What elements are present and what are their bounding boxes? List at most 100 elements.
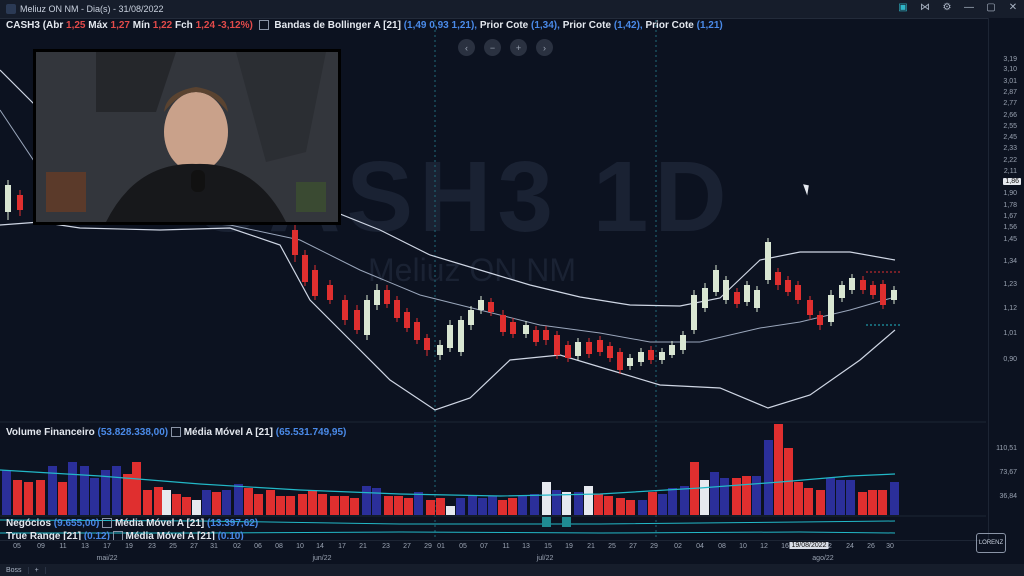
volume-bar	[234, 484, 243, 515]
volume-bar	[518, 496, 527, 515]
price-tick: 2,22	[1003, 157, 1017, 164]
negocios-indicator-icon[interactable]	[102, 518, 113, 529]
volume-bar	[836, 480, 845, 515]
date-axis[interactable]: 05 09 11 13 17 19 23 25 27 31 02 06 08 10 14 17 21 23 27 29…	[0, 540, 986, 565]
date-tick: 16	[781, 543, 789, 550]
price-tick: 0,90	[1003, 356, 1017, 363]
candle-body	[302, 255, 308, 282]
open-label: (Abr	[42, 20, 64, 31]
volume-bar	[182, 497, 191, 515]
zoom-in-icon[interactable]: +	[510, 39, 527, 56]
volume-bar	[172, 494, 181, 515]
volume-bar	[404, 498, 413, 515]
add-tab-button[interactable]: +	[29, 566, 46, 574]
close-label: Fch	[175, 20, 193, 31]
date-tick: 01	[437, 543, 445, 550]
candle-body	[870, 285, 876, 295]
candle-body	[364, 300, 370, 335]
candle-body	[785, 280, 791, 292]
price-tick: 1,23	[1003, 281, 1017, 288]
candle-body	[617, 352, 623, 370]
candle-body	[354, 310, 360, 330]
negocios-bar	[542, 517, 551, 527]
price-tick: 3,10	[1003, 66, 1017, 73]
candle-body	[500, 315, 506, 332]
volume-indicator-icon[interactable]	[170, 427, 181, 438]
volume-ma-label: Média Móvel A [21]	[183, 427, 273, 438]
volume-bar	[266, 490, 275, 515]
workspace-tab[interactable]: Boss	[0, 566, 29, 574]
date-tick: 19	[565, 543, 573, 550]
close-icon[interactable]: ✕	[1006, 2, 1020, 13]
date-tick: 08	[718, 543, 726, 550]
minimize-icon[interactable]: —	[962, 2, 976, 13]
price-tick: 1,12	[1003, 305, 1017, 312]
candle-body	[597, 340, 603, 352]
volume-bar	[340, 496, 349, 515]
candle-body	[807, 300, 813, 315]
candle-body	[478, 300, 484, 310]
price-axis[interactable]: 3,19 3,10 3,01 2,87 2,77 2,66 2,55 2,45 2,33 2,22…	[988, 18, 1024, 540]
date-tick: 27	[629, 543, 637, 550]
candle-body	[849, 278, 855, 290]
candle-body	[468, 310, 474, 325]
back-icon[interactable]: ‹	[458, 39, 475, 56]
webcam-video	[36, 52, 338, 222]
volume-bar	[384, 496, 393, 515]
candle-body	[669, 345, 675, 355]
candle-body	[691, 295, 697, 330]
volume-bar	[13, 480, 22, 515]
volume-bar	[878, 490, 887, 515]
candle-body	[575, 342, 581, 356]
volume-bar	[68, 462, 77, 515]
chart-header: CASH3 (Abr 1,25 Máx 1,27 Mín 1,22 Fch 1,…	[6, 20, 723, 31]
lorenz-logo: LORENZ	[976, 533, 1006, 553]
volume-bar	[562, 492, 571, 515]
date-tick: 30	[886, 543, 894, 550]
live-icon[interactable]: ▣	[896, 2, 910, 13]
volume-bar	[478, 498, 487, 515]
maximize-icon[interactable]: ▢	[984, 2, 998, 13]
volume-bar	[202, 490, 211, 515]
price-tick: 2,45	[1003, 134, 1017, 141]
ticker-label: CASH3	[6, 20, 40, 31]
indicator-icon[interactable]	[258, 20, 269, 31]
share-icon[interactable]: ⋈	[918, 2, 932, 13]
candle-body	[744, 285, 750, 302]
date-tick: 27	[190, 543, 198, 550]
volume-bar	[846, 480, 855, 515]
price-tick: 2,87	[1003, 89, 1017, 96]
negocios-ma-value: (13.397,62)	[207, 518, 259, 529]
candle-body	[627, 358, 633, 366]
candle-body	[17, 195, 23, 210]
settings-icon[interactable]: ⚙	[940, 2, 954, 13]
candle-body	[384, 290, 390, 304]
volume-bar	[436, 498, 445, 515]
volume-bar	[732, 478, 741, 515]
date-tick: 29	[650, 543, 658, 550]
date-tick: 13	[522, 543, 530, 550]
zoom-out-icon[interactable]: −	[484, 39, 501, 56]
volume-bar	[90, 478, 99, 515]
volume-tick: 110,51	[996, 445, 1017, 452]
candle-body	[839, 285, 845, 298]
date-tick: 24	[846, 543, 854, 550]
candle-body	[437, 345, 443, 355]
forward-icon[interactable]: ›	[536, 39, 553, 56]
candle-body	[702, 288, 708, 308]
candle-body	[680, 335, 686, 350]
volume-bar	[752, 476, 761, 515]
volume-bar	[394, 496, 403, 515]
volume-bar	[530, 494, 539, 515]
volume-bar	[794, 482, 803, 515]
volume-bar	[123, 474, 132, 515]
prior-cote-3-value: (1,21)	[696, 20, 723, 31]
date-tick: 10	[296, 543, 304, 550]
volume-bar	[826, 478, 835, 515]
date-tick: 17	[103, 543, 111, 550]
volume-bar	[774, 424, 783, 515]
negocios-bar	[562, 517, 571, 527]
volume-bar	[276, 496, 285, 515]
month-tick: jul/22	[536, 555, 554, 562]
candle-body	[543, 330, 549, 340]
